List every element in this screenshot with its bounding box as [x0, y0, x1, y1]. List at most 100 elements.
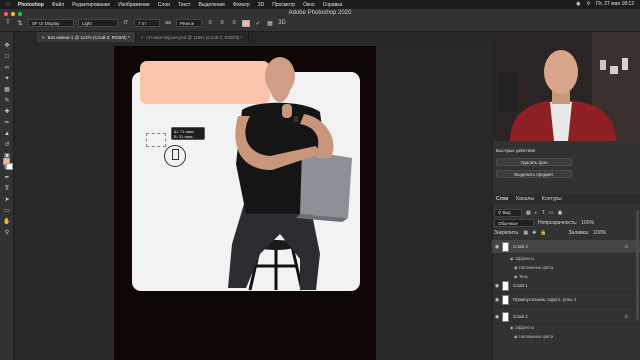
lock-pixels-icon[interactable]: ▦ [523, 230, 528, 236]
search-icon[interactable]: ⚲ [586, 1, 590, 7]
hand-tool-icon[interactable]: ✋ [3, 218, 11, 226]
person-photo [228, 57, 352, 291]
tab-paths[interactable]: Контуры [542, 196, 562, 202]
clock[interactable]: Пт, 27 мая 18:12 [596, 1, 634, 7]
document-tabs: × Без имени-1 @ 114% (Слой 3, RGB/8) * ×… [37, 32, 492, 42]
font-style-select[interactable]: Light [78, 19, 118, 27]
effects-label: Эффекты [514, 256, 534, 261]
menu-bar:  Photoshop Файл Редактирование Изображе… [0, 0, 640, 9]
menu-file[interactable]: Файл [52, 2, 64, 8]
layer-row-sloi-2[interactable]: ◉ Слой 2 fx [492, 310, 640, 324]
quick-select-tool-icon[interactable]: ✦ [3, 75, 11, 83]
close-tab-icon[interactable]: × [141, 35, 144, 40]
fill-value[interactable]: 100% [593, 230, 606, 236]
history-brush-icon[interactable]: ↺ [3, 141, 11, 149]
layer-thumbnail [502, 241, 509, 252]
height-readout: В: 31 пикс. [174, 134, 194, 139]
tab-label: готовая версия.psd @ 119% (Слой 3, RGB/8… [146, 34, 243, 40]
eyedropper-tool-icon[interactable]: ✎ [3, 97, 11, 105]
tab-final-version[interactable]: × готовая версия.psd @ 119% (Слой 3, RGB… [136, 32, 249, 42]
type-tool-icon[interactable]: T [3, 185, 11, 193]
menu-edit[interactable]: Редактирование [72, 2, 110, 8]
marquee-tool-icon[interactable]: □ [3, 53, 11, 61]
apple-icon[interactable]:  [6, 2, 10, 8]
3d-icon[interactable]: 3D [278, 19, 286, 27]
menu-window[interactable]: Окно [303, 2, 315, 8]
effects-row[interactable]: ◉ Эффекты [492, 323, 640, 332]
lock-all-icon[interactable]: 🔒 [540, 230, 546, 236]
character-panel-icon[interactable]: ▦ [266, 19, 274, 27]
crop-tool-icon[interactable]: ▦ [3, 86, 11, 94]
lock-label: Закрепить: [494, 230, 520, 236]
menu-view[interactable]: Просмотр [272, 2, 295, 8]
lasso-tool-icon[interactable]: ∞ [3, 64, 11, 72]
font-family-select[interactable]: SF UI Display [28, 19, 74, 27]
menu-type[interactable]: Текст [178, 2, 191, 8]
menu-layers[interactable]: Слои [158, 2, 170, 8]
antialias-icon: aa [165, 20, 171, 26]
layer-filter-select[interactable]: ⚲ Вид [494, 208, 522, 217]
antialias-select[interactable]: Резкое [176, 19, 202, 27]
visibility-eye-icon[interactable]: ◉ [492, 283, 502, 289]
color-overlay-row[interactable]: ◉ Наложение цвета [492, 263, 640, 272]
effects-label: Эффекты [514, 325, 534, 330]
opacity-value[interactable]: 100% [581, 220, 594, 226]
fx-badge[interactable]: fx [624, 314, 628, 319]
layers-scrollbar[interactable] [636, 210, 639, 320]
wifi-icon[interactable]: ◉ [576, 1, 580, 7]
text-color-swatch[interactable] [242, 19, 250, 27]
select-subject-button[interactable]: Выделить предмет [496, 170, 572, 178]
filter-smart-icon[interactable]: ▣ [558, 210, 563, 216]
menu-filter[interactable]: Фильтр [233, 2, 250, 8]
menu-3d[interactable]: 3D [258, 2, 264, 8]
path-select-tool-icon[interactable]: ➤ [3, 196, 11, 204]
text-cursor-icon [172, 149, 179, 160]
layer-thumbnail [502, 280, 509, 291]
type-tool-icon[interactable]: T [4, 19, 12, 27]
align-center-icon[interactable]: ≡ [218, 19, 226, 27]
remove-background-button[interactable]: Удалить фон [496, 158, 572, 166]
align-right-icon[interactable]: ≡ [230, 19, 238, 27]
shape-tool-icon[interactable]: ▭ [3, 207, 11, 215]
menu-select[interactable]: Выделение [199, 2, 226, 8]
zoom-tool-icon[interactable]: ⚲ [3, 229, 11, 237]
lock-position-icon[interactable]: ✥ [532, 230, 536, 236]
filter-adjust-icon[interactable]: ◐ [535, 210, 538, 216]
blend-mode-select[interactable]: Обычные [494, 219, 534, 227]
layer-row-sloi-3[interactable]: ◉ Слой 3 fx [492, 240, 640, 254]
close-tab-icon[interactable]: × [42, 35, 45, 40]
brush-tool-icon[interactable]: ✏ [3, 119, 11, 127]
align-left-icon[interactable]: ≡ [206, 19, 214, 27]
visibility-eye-icon[interactable]: ◉ [492, 244, 502, 250]
color-overlay-row[interactable]: ◉ Наложение цвета [492, 332, 640, 341]
pen-tool-icon[interactable]: ✒ [3, 174, 11, 182]
background-color-swatch[interactable] [6, 163, 13, 170]
filter-type-icon[interactable]: T [542, 210, 545, 216]
stamp-tool-icon[interactable]: ▲ [3, 130, 11, 138]
layer-row-rounded-rect[interactable]: ◉ Прямоугольник, скругл. углы 1 [492, 293, 640, 307]
layer-row-sloi-1[interactable]: ◉ Слой 1 [492, 279, 640, 293]
tab-channels[interactable]: Каналы [516, 196, 534, 202]
blend-row: Обычные Непрозрачность: 100% [494, 219, 638, 227]
layers-panel-tabs: Слои Каналы Контуры [492, 194, 640, 204]
warp-text-icon[interactable]: ✓ [254, 19, 262, 27]
menu-image[interactable]: Изображение [118, 2, 150, 8]
effects-row[interactable]: ◉ Эффекты [492, 254, 640, 263]
move-tool-icon[interactable]: ✥ [3, 42, 11, 50]
text-orientation-icon[interactable]: ⇅ [16, 19, 24, 27]
filter-pixel-icon[interactable]: ▦ [526, 210, 531, 216]
visibility-eye-icon[interactable]: ◉ [492, 314, 502, 320]
healing-tool-icon[interactable]: ✚ [3, 108, 11, 116]
font-size-select[interactable]: 7 пт [134, 19, 160, 27]
layer-thumbnail [502, 294, 509, 305]
menu-help[interactable]: Справка [323, 2, 343, 8]
menu-app[interactable]: Photoshop [18, 2, 44, 8]
lock-row: Закрепить: ▦ ✥ 🔒 Заливка: 100% [494, 229, 638, 237]
fx-badge[interactable]: fx [624, 244, 628, 249]
tab-layers[interactable]: Слои [496, 196, 508, 202]
opacity-label: Непрозрачность: [538, 220, 578, 226]
tab-untitled[interactable]: × Без имени-1 @ 114% (Слой 3, RGB/8) * [37, 32, 136, 42]
visibility-eye-icon[interactable]: ◉ [492, 297, 502, 303]
filter-shape-icon[interactable]: ▭ [549, 210, 554, 216]
type-options: T ⇅ SF UI Display Light tT 7 пт aa Резко… [4, 19, 286, 27]
